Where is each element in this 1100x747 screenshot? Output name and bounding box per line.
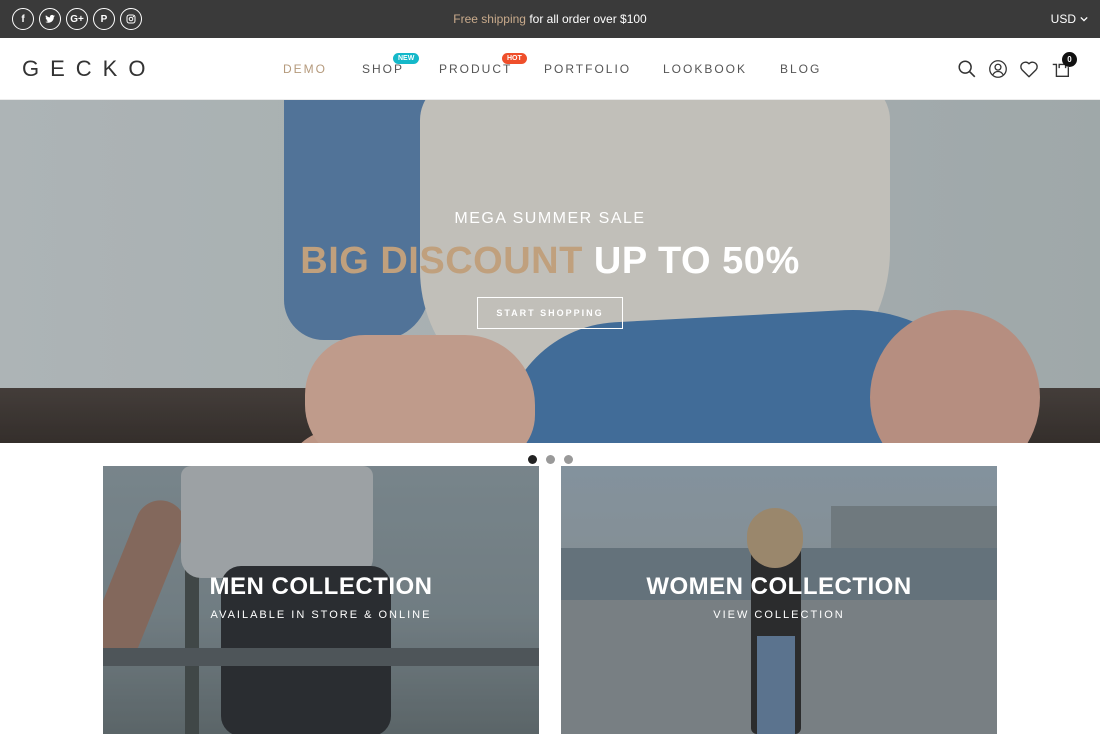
chevron-down-icon	[1080, 16, 1088, 22]
nav-item-lookbook[interactable]: LOOKBOOK	[663, 62, 747, 76]
hero-slider: MEGA SUMMER SALE BIG DISCOUNT UP TO 50% …	[0, 100, 1100, 443]
women-collection-card[interactable]: WOMEN COLLECTION VIEW COLLECTION	[561, 466, 997, 734]
nav-item-shop[interactable]: SHOP NEW	[362, 53, 420, 76]
site-logo[interactable]: GECKO	[22, 56, 156, 82]
currency-selector[interactable]: USD	[1051, 12, 1088, 26]
hero-title-accent: BIG DISCOUNT	[300, 240, 583, 282]
women-collection-subtitle: VIEW COLLECTION	[713, 609, 845, 621]
slider-dots	[528, 455, 573, 464]
slider-dot-2[interactable]	[546, 455, 555, 464]
promo-text: for all order over $100	[525, 12, 647, 26]
nav-item-portfolio[interactable]: PORTFOLIO	[544, 62, 631, 76]
search-magnifier-shape	[958, 60, 976, 78]
hero-title: BIG DISCOUNT UP TO 50%	[0, 240, 1100, 283]
slider-dot-3[interactable]	[564, 455, 573, 464]
men-collection-card[interactable]: MEN COLLECTION AVAILABLE IN STORE & ONLI…	[103, 466, 539, 734]
promo-accent: Free shipping	[453, 12, 526, 26]
new-badge: NEW	[393, 53, 420, 64]
nav-item-demo[interactable]: DEMO	[283, 62, 327, 76]
hot-badge: HOT	[502, 53, 527, 64]
cart-count-badge: 0	[1062, 52, 1077, 67]
account-icon[interactable]	[987, 58, 1009, 80]
search-icon[interactable]	[956, 58, 978, 80]
slider-dot-1[interactable]	[528, 455, 537, 464]
hero-subtitle: MEGA SUMMER SALE	[454, 210, 646, 227]
nav-item-product[interactable]: PRODUCT HOT	[439, 53, 527, 76]
hero-title-main: UP TO 50%	[582, 240, 800, 282]
top-bar: f G+ P Free shipping for all order over …	[0, 0, 1100, 38]
cart-icon[interactable]: 0	[1050, 52, 1077, 80]
account-user-shape	[989, 60, 1007, 78]
currency-label: USD	[1050, 12, 1076, 26]
nav-item-blog[interactable]: BLOG	[780, 62, 821, 76]
men-collection-title: MEN COLLECTION	[209, 573, 433, 600]
men-collection-subtitle: AVAILABLE IN STORE & ONLINE	[210, 609, 432, 621]
women-collection-title: WOMEN COLLECTION	[646, 573, 912, 600]
wishlist-heart-icon[interactable]	[1018, 58, 1040, 80]
heart-shape	[1020, 61, 1038, 78]
nav-item-shop-label: SHOP	[362, 62, 405, 76]
nav-item-product-label: PRODUCT	[439, 62, 513, 76]
main-header: GECKO DEMO SHOP NEW PRODUCT HOT PORTFOLI…	[0, 38, 1100, 100]
start-shopping-button[interactable]: START SHOPPING	[477, 297, 623, 329]
promo-message: Free shipping for all order over $100	[0, 12, 1100, 26]
